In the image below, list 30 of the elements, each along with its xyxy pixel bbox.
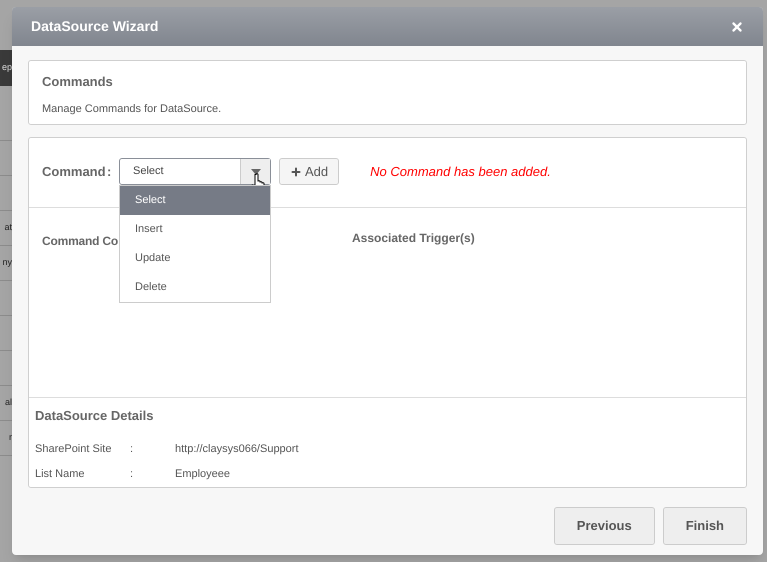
card-description: Manage Commands for DataSource. [42,102,222,116]
add-button[interactable]: Add [279,158,340,185]
empty-message: No Command has been added. [370,162,551,181]
background-text: al [4,396,12,410]
column-heading: Associated Trigger(s) [352,230,475,247]
dropdown-option[interactable]: Update [120,244,270,273]
background-text: ep [2,61,12,74]
dropdown-option[interactable]: Insert [120,215,270,244]
dropdown-option[interactable]: Select [120,186,270,215]
close-icon[interactable] [730,20,744,34]
field-label: Command [42,162,107,181]
dropdown-toggle[interactable] [240,159,270,184]
detail-value: http://claysys066/Support [175,442,299,458]
footer-button[interactable]: Finish [662,507,747,545]
detail-label: SharePoint Site [35,442,112,458]
detail-label: List Name [35,467,86,482]
card-title: Commands [42,73,114,91]
footer-button[interactable]: Previous [554,507,655,545]
background-text: ny [2,256,12,270]
background-text: r [9,431,12,444]
column-heading: Command Co [42,234,118,248]
detail-colon: : [130,442,134,458]
dropdown-option[interactable]: Delete [120,273,270,302]
plus-icon [290,166,302,178]
background-text: at [4,221,12,234]
section-title: DataSource Details [35,406,154,424]
detail-colon: : [130,467,134,482]
window-title: DataSource Wizard [31,17,158,36]
detail-value: Employeee [175,467,230,482]
label-colon: : [107,162,112,181]
